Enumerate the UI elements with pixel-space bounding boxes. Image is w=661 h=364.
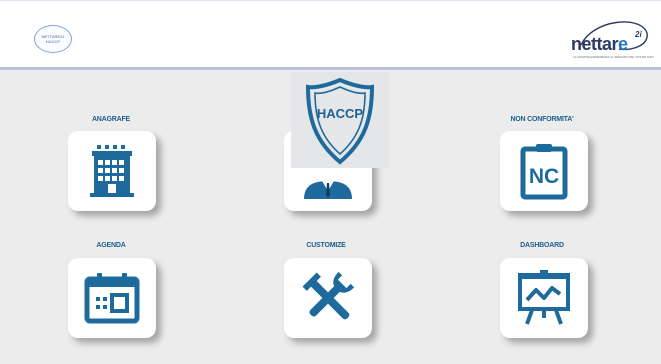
building-icon (90, 145, 134, 197)
calendar-icon (84, 273, 140, 324)
app-logo-badge[interactable]: NETTARE21 HACCP (34, 25, 72, 53)
haccp-label: HACCP (316, 106, 364, 121)
tools-icon (302, 271, 355, 320)
clipboard-icon: NC (520, 144, 568, 200)
header-bar: NETTARE21 HACCP nettare 2i LA NOSTRA ESP… (0, 0, 661, 70)
non-conformita-label: NON CONFORMITA' (510, 116, 574, 123)
customize-tile[interactable] (284, 258, 372, 338)
dashboard-tile[interactable] (500, 258, 588, 338)
brand-logo: nettare 2i LA NOSTRA ESPERIENZA AL SERVI… (567, 15, 654, 61)
app-logo-line2: HACCP (45, 39, 61, 44)
customize-label: CUSTOMIZE (306, 242, 346, 249)
haccp-badge[interactable]: HACCP (291, 72, 389, 168)
clipboard-nc-text: NC (529, 165, 559, 188)
agenda-label: AGENDA (96, 242, 126, 249)
presentation-chart-icon (518, 270, 570, 325)
anagrafe-tile[interactable] (68, 131, 156, 211)
brand-tagline: LA NOSTRA ESPERIENZA AL SERVIZIO DEI VOS… (573, 55, 654, 59)
brand-wordmark: nettare (571, 34, 628, 54)
anagrafe-label: ANAGRAFE (91, 116, 131, 123)
non-conformita-tile[interactable]: NC (500, 131, 588, 211)
agenda-tile[interactable] (68, 258, 156, 338)
shield-icon (305, 77, 375, 165)
dashboard-label: DASHBOARD (520, 242, 564, 249)
brand-superscript: 2i (635, 30, 642, 39)
